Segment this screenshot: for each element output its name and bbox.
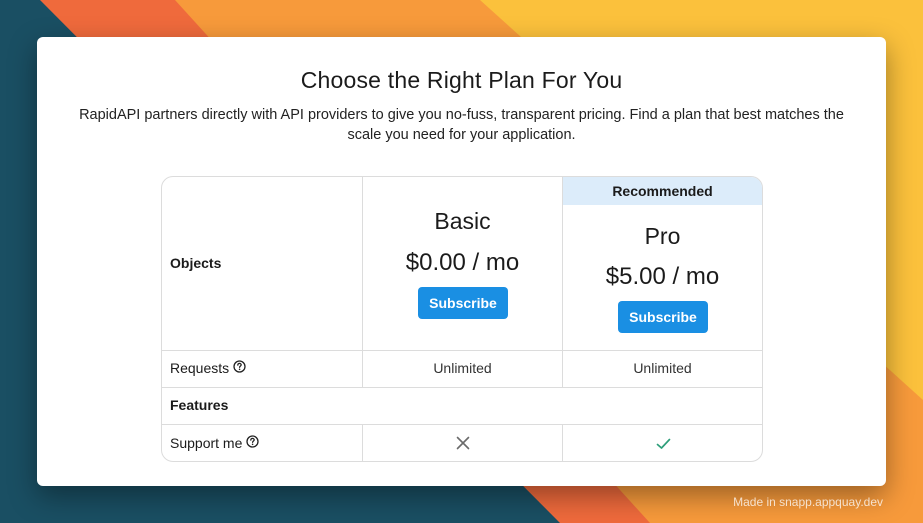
divider <box>362 425 363 461</box>
requests-pro-value: Unlimited <box>633 360 692 376</box>
features-label: Features <box>170 397 229 413</box>
divider <box>162 387 762 388</box>
subscribe-basic-button[interactable]: Subscribe <box>418 287 508 319</box>
divider <box>162 350 762 351</box>
x-icon <box>456 436 470 453</box>
requests-label: Requests <box>170 360 230 376</box>
subscribe-pro-button[interactable]: Subscribe <box>618 301 708 333</box>
pricing-card: Choose the Right Plan For You RapidAPI p… <box>37 37 886 486</box>
recommended-badge: Recommended <box>563 177 762 205</box>
objects-label: Objects <box>170 255 222 271</box>
help-icon[interactable] <box>246 435 260 451</box>
support-label: Support me <box>170 435 243 451</box>
support-row-label: Support me <box>170 435 260 451</box>
watermark: Made in snapp.appquay.dev <box>733 495 883 509</box>
requests-basic-value: Unlimited <box>433 360 492 376</box>
help-icon[interactable] <box>233 360 246 376</box>
page-subtitle: RapidAPI partners directly with API prov… <box>79 107 844 143</box>
requests-row-label: Requests <box>170 360 246 376</box>
divider <box>162 424 762 425</box>
objects-column: Objects <box>162 177 363 350</box>
plan-price: $0.00 / mo <box>405 249 520 276</box>
plan-name: Basic <box>434 208 491 234</box>
plan-name: Pro <box>644 223 681 249</box>
pricing-table: Objects Basic $0.00 / mo Subscribe Recom… <box>161 176 763 462</box>
plan-pro: Recommended Pro $5.00 / mo Subscribe <box>563 177 762 350</box>
plan-price: $5.00 / mo <box>605 263 720 290</box>
divider <box>562 425 563 461</box>
plan-basic: Basic $0.00 / mo Subscribe <box>363 177 563 350</box>
page-title: Choose the Right Plan For You <box>300 67 623 93</box>
check-icon <box>656 437 671 453</box>
